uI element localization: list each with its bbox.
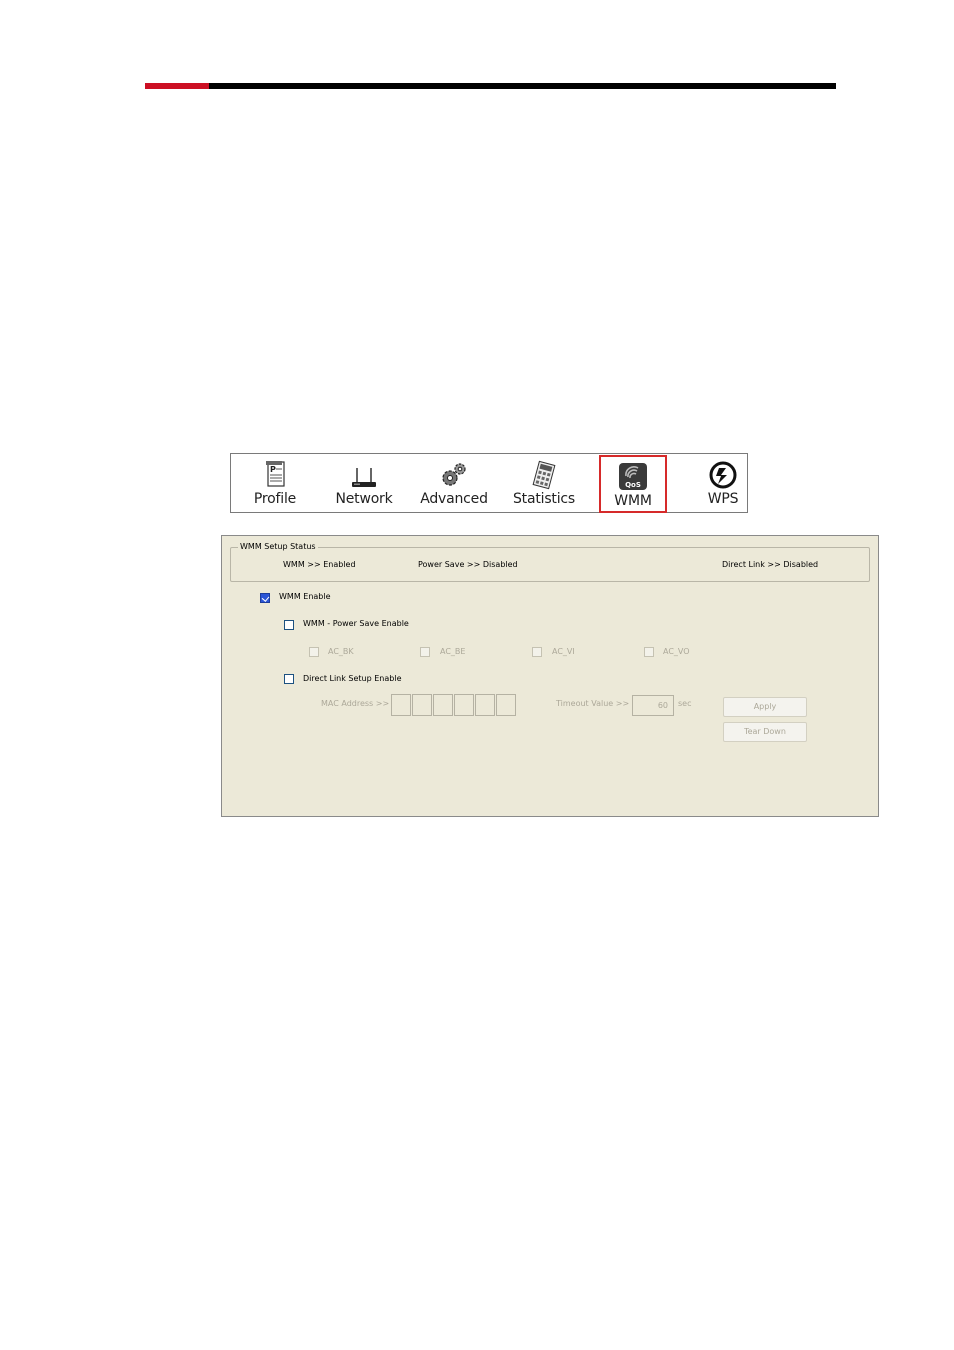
network-icon (352, 468, 376, 487)
svg-text:QoS: QoS (625, 481, 641, 489)
wmm-qos-icon: QoS (619, 463, 647, 490)
ac-vo-label: AC_VO (663, 647, 690, 656)
power-save-status: Power Save >> Disabled (418, 560, 518, 569)
mac-octet-5-input[interactable] (475, 694, 495, 716)
direct-link-status: Direct Link >> Disabled (722, 560, 819, 569)
profile-icon: P (266, 461, 285, 487)
tab-wps[interactable]: WPS (689, 454, 757, 512)
direct-link-enable-label: Direct Link Setup Enable (303, 674, 402, 683)
header-rule-black (209, 83, 836, 89)
power-save-enable-checkbox[interactable] (284, 620, 294, 630)
advanced-icon (442, 463, 466, 486)
wmm-setup-status-group: WMM Setup Status WMM >> Enabled Power Sa… (230, 542, 870, 582)
tear-down-button[interactable]: Tear Down (723, 722, 807, 742)
svg-text:P: P (270, 465, 276, 474)
mac-octet-6-input[interactable] (496, 694, 516, 716)
tab-network[interactable]: Network (330, 454, 398, 512)
wmm-status: WMM >> Enabled (283, 560, 356, 569)
header-rule-red (145, 83, 209, 89)
tab-network-label: Network (335, 491, 393, 507)
tab-advanced-label: Advanced (420, 491, 488, 507)
ac-bk-checkbox[interactable] (309, 647, 319, 657)
statistics-icon (532, 460, 556, 490)
tab-profile-label: Profile (253, 491, 297, 507)
ac-bk-label: AC_BK (328, 647, 354, 656)
group-title: WMM Setup Status (238, 542, 318, 552)
apply-button[interactable]: Apply (723, 697, 807, 717)
tab-wps-label: WPS (707, 491, 739, 507)
tab-advanced[interactable]: Advanced (420, 454, 488, 512)
ac-vi-label: AC_VI (552, 647, 575, 656)
wmm-enable-checkbox[interactable] (260, 593, 270, 603)
tab-wmm[interactable]: QoS WMM (599, 455, 667, 513)
mac-octet-3-input[interactable] (433, 694, 453, 716)
timeout-input[interactable]: 60 (632, 695, 674, 716)
mac-octet-1-input[interactable] (391, 694, 411, 716)
mac-octet-4-input[interactable] (454, 694, 474, 716)
wmm-setup-panel: WMM Setup Status WMM >> Enabled Power Sa… (221, 535, 879, 817)
timeout-label: Timeout Value >> (556, 699, 630, 708)
utility-toolbar: P Profile Network Advanced Statistics Qo… (230, 453, 748, 513)
ac-vi-checkbox[interactable] (532, 647, 542, 657)
direct-link-enable-checkbox[interactable] (284, 674, 294, 684)
wps-icon (709, 461, 737, 489)
tab-statistics[interactable]: Statistics (510, 454, 578, 512)
mac-octet-2-input[interactable] (412, 694, 432, 716)
tab-wmm-label: WMM (614, 493, 652, 509)
tab-profile[interactable]: P Profile (241, 454, 309, 512)
timeout-unit: sec (678, 699, 692, 708)
mac-address-label: MAC Address >> (321, 699, 390, 708)
power-save-enable-label: WMM - Power Save Enable (303, 619, 409, 628)
wmm-enable-label: WMM Enable (279, 592, 331, 601)
tab-statistics-label: Statistics (513, 491, 575, 507)
ac-be-checkbox[interactable] (420, 647, 430, 657)
ac-be-label: AC_BE (440, 647, 466, 656)
ac-vo-checkbox[interactable] (644, 647, 654, 657)
